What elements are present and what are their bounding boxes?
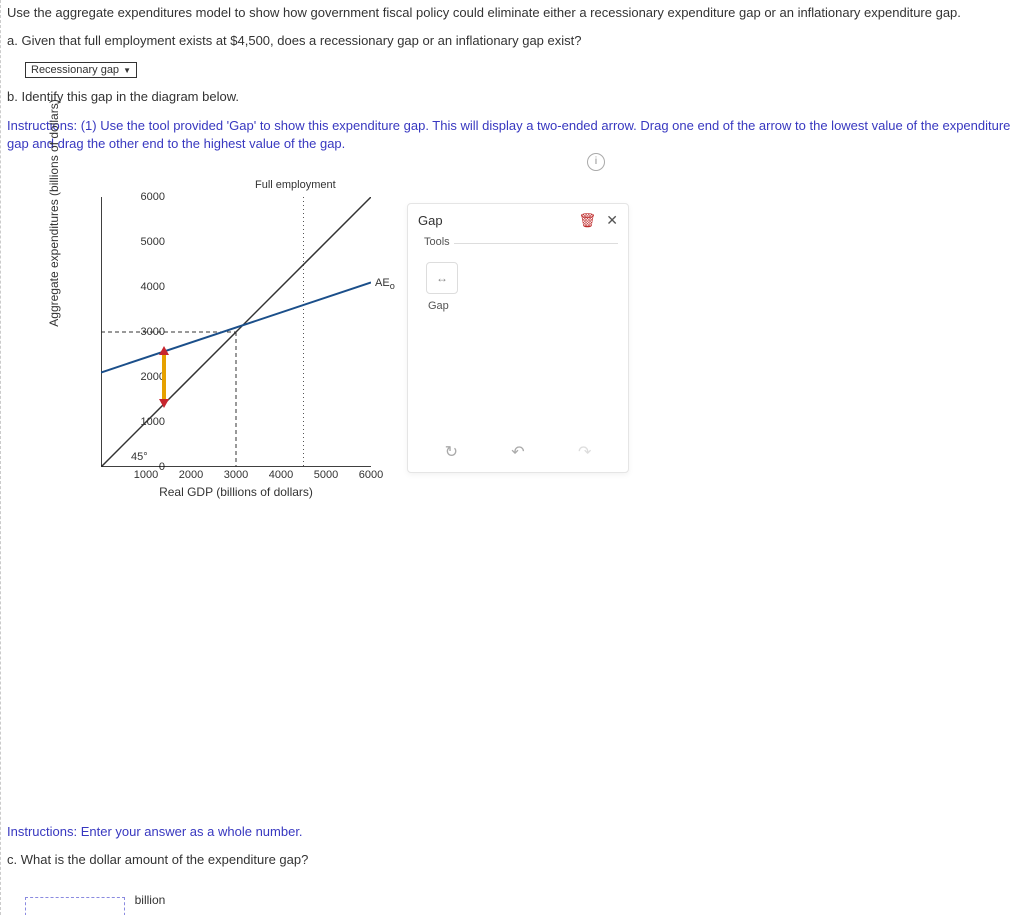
panel-title: Gap xyxy=(418,213,578,228)
expenditure-chart[interactable]: Aggregate expenditures (billions of doll… xyxy=(37,183,377,503)
ae0-label: AEo xyxy=(375,277,395,291)
y-axis-label: Aggregate expenditures (billions of doll… xyxy=(47,83,61,343)
gap-arrow-icon[interactable] xyxy=(159,346,169,408)
reset-icon[interactable]: ↻ xyxy=(445,442,458,462)
intro-text: Use the aggregate expenditures model to … xyxy=(7,4,1024,22)
xtick-5000: 5000 xyxy=(306,469,346,481)
unit-label: billion xyxy=(135,893,166,907)
info-icon[interactable]: i xyxy=(587,153,605,171)
tool-panel: Gap 🗑 ✕ Tools ↔ Gap ↻ ↶ ↷ xyxy=(407,203,629,473)
expenditure-gap-input[interactable] xyxy=(25,897,125,915)
part-c-question: c. What is the dollar amount of the expe… xyxy=(7,851,1024,869)
gap-tool-label: Gap xyxy=(428,300,618,312)
gap-type-value: Recessionary gap xyxy=(31,64,119,76)
chevron-down-icon: ▼ xyxy=(123,66,131,75)
full-employment-label: Full employment xyxy=(255,179,336,191)
instructions2-label: Instructions: xyxy=(7,824,77,839)
close-icon[interactable]: ✕ xyxy=(606,212,618,229)
instructions2-text: Enter your answer as a whole number. xyxy=(77,824,302,839)
instructions-text: (1) Use the tool provided 'Gap' to show … xyxy=(7,118,1010,151)
plot-svg[interactable] xyxy=(101,197,371,467)
instructions-label: Instructions: xyxy=(7,118,77,133)
xtick-4000: 4000 xyxy=(261,469,301,481)
trash-icon[interactable]: 🗑 xyxy=(578,212,596,229)
part-a-question: a. Given that full employment exists at … xyxy=(7,32,1024,50)
undo-icon[interactable]: ↶ xyxy=(511,442,524,462)
gap-type-select[interactable]: Recessionary gap ▼ xyxy=(25,62,137,78)
redo-icon[interactable]: ↷ xyxy=(578,442,591,462)
xtick-2000: 2000 xyxy=(171,469,211,481)
tools-legend: Tools xyxy=(420,236,454,248)
part-b-text: b. Identify this gap in the diagram belo… xyxy=(7,88,1024,106)
gap-tool-button[interactable]: ↔ xyxy=(426,262,458,294)
xtick-1000: 1000 xyxy=(126,469,166,481)
x-axis-label: Real GDP (billions of dollars) xyxy=(101,485,371,499)
xtick-3000: 3000 xyxy=(216,469,256,481)
xtick-6000: 6000 xyxy=(351,469,391,481)
double-arrow-icon: ↔ xyxy=(436,271,448,285)
